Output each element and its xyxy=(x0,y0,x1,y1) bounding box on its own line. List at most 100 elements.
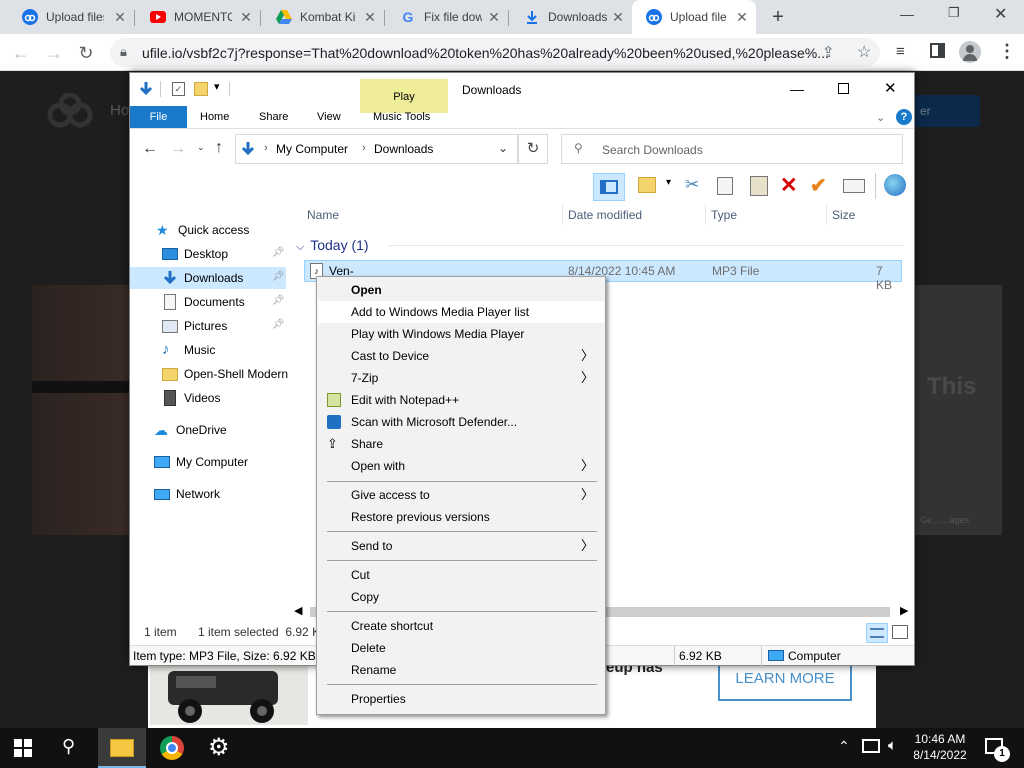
forward-button[interactable]: → xyxy=(40,39,68,67)
taskbar-chrome-icon[interactable] xyxy=(160,736,184,760)
group-collapse-icon[interactable]: ⌵ xyxy=(296,241,304,253)
nav-item-documents[interactable]: Documents 📌︎ xyxy=(130,291,286,313)
taskbar-clock[interactable]: 10:46 AM 8/14/2022 xyxy=(912,732,968,762)
media-control-icon[interactable]: ≡ xyxy=(896,43,905,60)
refresh-icon[interactable]: ↻ xyxy=(518,134,548,164)
up-arrow-icon[interactable]: ↑ xyxy=(215,139,223,157)
ufile-logo-icon[interactable] xyxy=(46,92,94,129)
recent-locations-icon[interactable]: ⌄ xyxy=(197,142,205,153)
menu-item-send-to[interactable]: Send to 〉 xyxy=(318,535,604,557)
menu-item-give-access[interactable]: Give access to 〉 xyxy=(318,484,604,506)
volume-icon[interactable]: 🔈︎ xyxy=(888,737,897,754)
search-downloads-input[interactable]: ⚲ Search Downloads xyxy=(561,134,903,164)
close-tab-icon[interactable]: ✕ xyxy=(486,9,502,25)
forward-arrow-icon[interactable]: → xyxy=(170,140,186,158)
nav-item-pictures[interactable]: Pictures 📌︎ xyxy=(130,315,286,337)
minimize-explorer-button[interactable]: — xyxy=(790,81,804,97)
address-dropdown-icon[interactable]: ⌄ xyxy=(498,141,508,155)
close-tab-icon[interactable]: ✕ xyxy=(238,9,254,25)
help-icon[interactable]: ? xyxy=(896,109,912,125)
menu-item-delete[interactable]: Delete xyxy=(318,637,604,659)
nav-item-desktop[interactable]: Desktop 📌︎ xyxy=(130,243,286,265)
back-arrow-icon[interactable]: ← xyxy=(142,140,158,158)
ribbon-play-context[interactable]: Play xyxy=(360,79,448,113)
properties-icon[interactable] xyxy=(843,179,865,193)
close-explorer-button[interactable]: ✕ xyxy=(884,79,897,97)
browser-tab-active[interactable]: Upload file ✕ xyxy=(632,0,756,34)
reload-button[interactable]: ↻ xyxy=(72,39,100,67)
menu-item-scan-defender[interactable]: Scan with Microsoft Defender... xyxy=(318,411,604,433)
profile-avatar-icon[interactable] xyxy=(959,41,981,63)
ribbon-tab-view[interactable]: View xyxy=(317,111,341,123)
column-header-name[interactable]: Name xyxy=(307,208,339,222)
menu-item-cast-to-device[interactable]: Cast to Device 〉 xyxy=(318,345,604,367)
menu-item-create-shortcut[interactable]: Create shortcut xyxy=(318,615,604,637)
menu-item-restore-versions[interactable]: Restore previous versions xyxy=(318,506,604,528)
close-window-button[interactable]: ✕ xyxy=(994,4,1007,24)
menu-item-rename[interactable]: Rename xyxy=(318,659,604,681)
globe-icon[interactable] xyxy=(884,174,906,196)
download-arrow-icon[interactable] xyxy=(138,81,154,97)
properties-qat-icon[interactable]: ✓ xyxy=(172,82,185,96)
ribbon-tab-file[interactable]: File xyxy=(130,106,187,128)
nav-item-my-computer[interactable]: My Computer xyxy=(130,451,286,473)
preview-pane-button[interactable] xyxy=(593,173,625,201)
close-tab-icon[interactable]: ✕ xyxy=(362,9,378,25)
browser-tab[interactable]: Kombat Ki ✕ xyxy=(262,0,384,34)
menu-item-copy[interactable]: Copy xyxy=(318,586,604,608)
new-folder-dropdown-icon[interactable]: ▾ xyxy=(666,177,671,188)
ribbon-tab-home[interactable]: Home xyxy=(200,111,229,123)
address-bar[interactable]: 🔒︎ ufile.io/vsbf2c7j?response=That%20dow… xyxy=(110,38,880,67)
browser-tab[interactable]: G Fix file dow ✕ xyxy=(386,0,508,34)
nav-item-network[interactable]: Network xyxy=(130,483,286,505)
menu-item-add-to-wmp-list[interactable]: Add to Windows Media Player list xyxy=(318,301,604,323)
cut-icon[interactable]: ✂ xyxy=(685,175,699,195)
menu-kebab-icon[interactable]: ⋮ xyxy=(998,41,1016,62)
copy-icon[interactable] xyxy=(717,177,733,195)
close-tab-icon[interactable]: ✕ xyxy=(610,9,626,25)
scroll-left-icon[interactable]: ◀ xyxy=(294,604,302,617)
column-header-size[interactable]: Size xyxy=(832,208,855,222)
restore-window-button[interactable]: ❐ xyxy=(948,5,960,21)
menu-item-edit-notepadpp[interactable]: Edit with Notepad++ xyxy=(318,389,604,411)
column-header-date[interactable]: Date modified xyxy=(568,208,642,222)
column-header-type[interactable]: Type xyxy=(711,208,737,222)
address-path-bar[interactable]: › My Computer › Downloads ⌄ xyxy=(235,134,518,164)
ribbon-tab-music-tools[interactable]: Music Tools xyxy=(373,111,430,123)
side-panel-icon[interactable] xyxy=(930,43,945,58)
paste-icon[interactable] xyxy=(750,176,768,196)
maximize-explorer-button[interactable] xyxy=(838,83,849,94)
group-header[interactable]: ⌵ Today (1) xyxy=(296,237,369,254)
nav-item-open-shell[interactable]: Open-Shell Modern xyxy=(130,363,290,385)
browser-tab[interactable]: Downloads ✕ xyxy=(510,0,632,34)
large-icons-view-button[interactable] xyxy=(892,625,908,639)
show-hidden-icons-chevron[interactable]: ⌃ xyxy=(838,738,850,755)
nav-item-quick-access[interactable]: ★ Quick access xyxy=(130,219,286,241)
nav-item-downloads[interactable]: Downloads 📌︎ xyxy=(130,267,286,289)
menu-item-open[interactable]: Open xyxy=(318,279,604,301)
nav-item-music[interactable]: ♪ Music xyxy=(130,339,286,361)
signup-button[interactable]: er xyxy=(912,95,980,127)
qat-dropdown-icon[interactable]: ▾ xyxy=(214,80,220,93)
path-segment[interactable]: Downloads xyxy=(374,142,433,156)
menu-item-share[interactable]: ⇪ Share xyxy=(318,433,604,455)
close-tab-icon[interactable]: ✕ xyxy=(734,9,750,25)
windows-start-icon[interactable] xyxy=(14,739,32,757)
menu-item-7zip[interactable]: 7-Zip 〉 xyxy=(318,367,604,389)
menu-item-properties[interactable]: Properties xyxy=(318,688,604,710)
nav-item-videos[interactable]: Videos xyxy=(130,387,286,409)
browser-tab[interactable]: Upload files ✕ xyxy=(8,0,134,34)
search-icon[interactable]: ⚲ xyxy=(62,736,75,757)
share-page-icon[interactable]: ⇪ xyxy=(822,43,835,61)
minimize-window-button[interactable]: — xyxy=(900,6,914,22)
rename-icon[interactable]: ✔ xyxy=(810,173,827,198)
delete-icon[interactable]: ✕ xyxy=(780,173,798,198)
taskbar-file-explorer[interactable] xyxy=(98,728,146,768)
nav-item-onedrive[interactable]: ☁ OneDrive xyxy=(130,419,286,441)
details-view-button[interactable] xyxy=(866,623,888,643)
new-folder-qat-icon[interactable] xyxy=(194,82,208,96)
site-nav-link[interactable]: Ho xyxy=(110,102,129,119)
scroll-right-icon[interactable]: ▶ xyxy=(900,604,908,617)
menu-item-cut[interactable]: Cut xyxy=(318,564,604,586)
network-status-icon[interactable] xyxy=(862,739,880,753)
